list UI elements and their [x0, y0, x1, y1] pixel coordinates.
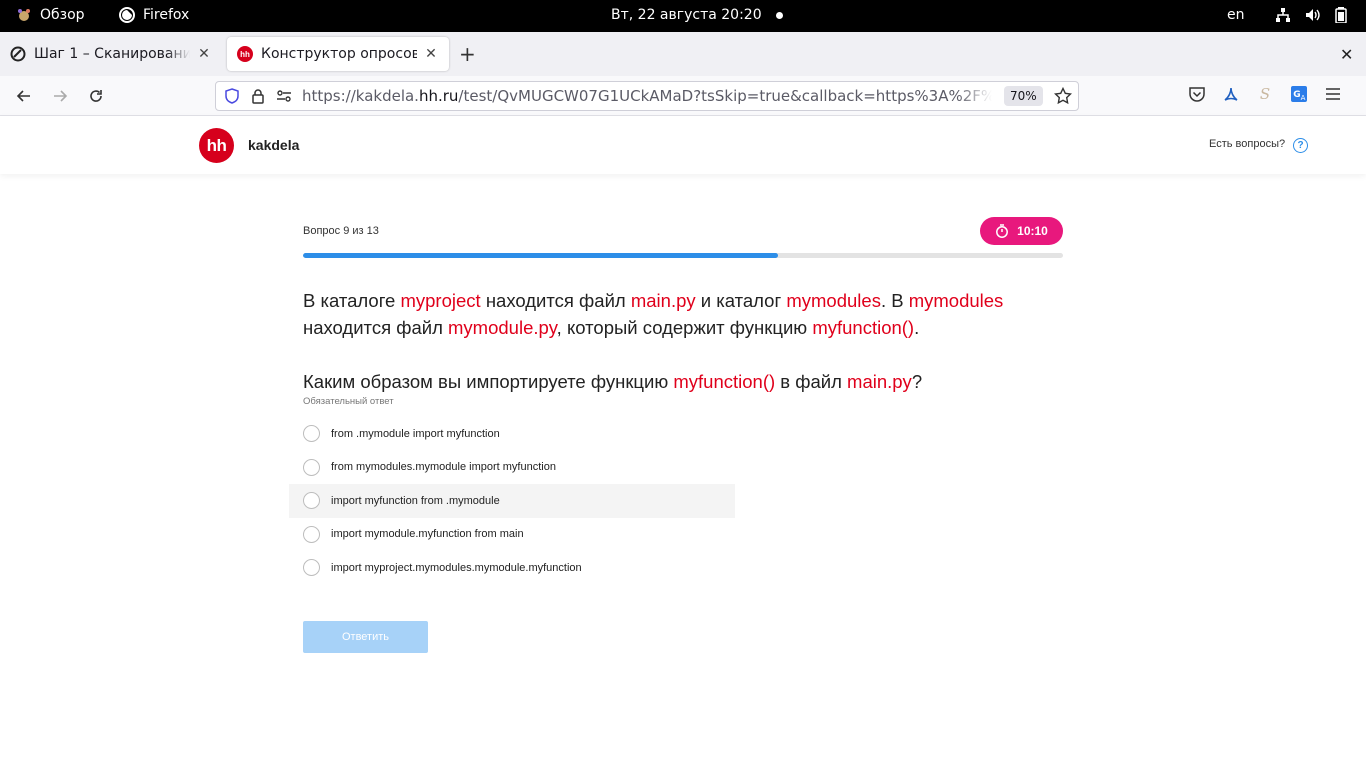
help-link[interactable]: Есть вопросы? — [1209, 138, 1285, 150]
radio-button[interactable] — [303, 425, 320, 443]
svg-text:G: G — [1293, 90, 1300, 100]
back-button[interactable] — [13, 85, 35, 107]
forward-button[interactable] — [49, 85, 71, 107]
svg-text:A: A — [1301, 94, 1306, 102]
answer-option[interactable]: import myfunction from .mymodule — [289, 484, 735, 518]
page-permissions-icon[interactable] — [276, 88, 292, 104]
answer-option[interactable]: import mymodule.myfunction from main — [289, 518, 735, 552]
submit-button[interactable]: Ответить — [303, 621, 428, 653]
arrow-right-icon — [54, 90, 68, 102]
clock[interactable]: Вт, 22 августа 20:20 — [611, 7, 762, 23]
lock-icon[interactable] — [250, 88, 266, 104]
radio-button[interactable] — [303, 492, 320, 510]
help-question-icon[interactable]: ? — [1293, 138, 1308, 153]
question-context: В каталоге myproject находится файл main… — [303, 290, 1004, 338]
arrow-left-icon — [16, 90, 30, 102]
timer-value: 10:10 — [1017, 224, 1048, 238]
svg-text:hh: hh — [240, 50, 250, 59]
question-prompt: Каким образом вы импортируете функцию my… — [303, 371, 923, 392]
radio-button[interactable] — [303, 559, 320, 577]
address-bar[interactable]: https://kakdela.hh.ru/test/QvMUGCW07G1UC… — [215, 81, 1079, 111]
network-icon — [1276, 8, 1290, 22]
option-label: import mymodule.myfunction from main — [331, 528, 524, 541]
stopwatch-icon — [996, 224, 1009, 238]
question-counter: Вопрос 9 из 13 — [303, 225, 379, 237]
page-content: hh kakdela Есть вопросы? ? Вопрос 9 из 1… — [0, 116, 1366, 768]
notification-dot — [776, 12, 783, 19]
hamburger-menu-icon[interactable] — [1324, 85, 1342, 103]
volume-icon — [1306, 9, 1320, 21]
system-top-bar: Обзор Firefox Вт, 22 августа 20:20 en — [0, 0, 1366, 32]
url-text: https://kakdela.hh.ru/test/QvMUGCW07G1UC… — [302, 87, 992, 105]
tab-close-icon[interactable]: ✕ — [196, 46, 212, 62]
activities-button[interactable]: Обзор — [16, 7, 85, 23]
radio-button[interactable] — [303, 458, 320, 476]
option-label: from mymodules.mymodule import myfunctio… — [331, 461, 556, 474]
zoom-level[interactable]: 70% — [1004, 86, 1043, 106]
acrobat-extension-icon[interactable] — [1222, 85, 1240, 103]
answer-option[interactable]: import myproject.mymodules.mymodule.myfu… — [289, 551, 735, 585]
bookmark-star-icon[interactable] — [1054, 87, 1072, 105]
battery-icon — [1335, 7, 1347, 23]
reload-button[interactable] — [85, 85, 107, 107]
hh-logo[interactable]: hh — [199, 128, 234, 163]
tab-close-icon[interactable]: ✕ — [423, 46, 439, 62]
app-menu[interactable]: Firefox — [119, 7, 189, 23]
answer-option[interactable]: from mymodules.mymodule import myfunctio… — [289, 451, 735, 485]
brand-name: kakdela — [248, 137, 300, 153]
new-tab-button[interactable]: + — [459, 44, 476, 64]
timer-badge: 10:10 — [980, 217, 1063, 245]
tab-title: Шаг 1 – Сканирование портфолио — [34, 46, 190, 62]
required-label: Обязательный ответ — [303, 396, 394, 407]
option-label: import myproject.mymodules.mymodule.myfu… — [331, 561, 582, 574]
answer-option[interactable]: from .mymodule import myfunction — [289, 417, 735, 451]
radio-button[interactable] — [303, 525, 320, 543]
tab-survey-builder[interactable]: hh Конструктор опросов ✕ — [227, 37, 449, 71]
tab-bar: Шаг 1 – Сканирование портфолио ✕ hh Конс… — [0, 32, 1366, 76]
system-menu[interactable] — [1275, 7, 1347, 23]
reload-icon — [90, 90, 102, 102]
app-label: Firefox — [143, 7, 190, 23]
site-favicon-icon — [10, 46, 26, 62]
window-close-icon[interactable]: ✕ — [1340, 45, 1353, 64]
navigation-bar: https://kakdela.hh.ru/test/QvMUGCW07G1UC… — [0, 76, 1366, 116]
option-label: import myfunction from .mymodule — [331, 494, 500, 507]
hh-favicon-icon: hh — [237, 46, 253, 62]
progress-bar — [303, 253, 1063, 258]
translate-icon[interactable]: GA — [1290, 85, 1308, 103]
option-label: from .mymodule import myfunction — [331, 427, 500, 440]
site-header: hh kakdela Есть вопросы? ? — [0, 116, 1366, 174]
extension-s-icon[interactable]: S — [1256, 85, 1274, 103]
svg-text:S: S — [1260, 85, 1270, 103]
activities-label: Обзор — [40, 7, 85, 23]
gnome-icon — [18, 9, 30, 21]
tracking-shield-icon[interactable] — [224, 88, 240, 104]
answer-options: from .mymodule import myfunction from my… — [289, 417, 735, 585]
progress-fill — [303, 253, 778, 258]
toolbar-extensions: S GA — [1188, 85, 1342, 103]
tab-title: Конструктор опросов — [261, 46, 417, 62]
pocket-icon[interactable] — [1188, 85, 1206, 103]
tab-scanning[interactable]: Шаг 1 – Сканирование портфолио ✕ — [0, 37, 222, 71]
keyboard-layout[interactable]: en — [1227, 7, 1245, 23]
firefox-icon — [119, 7, 135, 23]
